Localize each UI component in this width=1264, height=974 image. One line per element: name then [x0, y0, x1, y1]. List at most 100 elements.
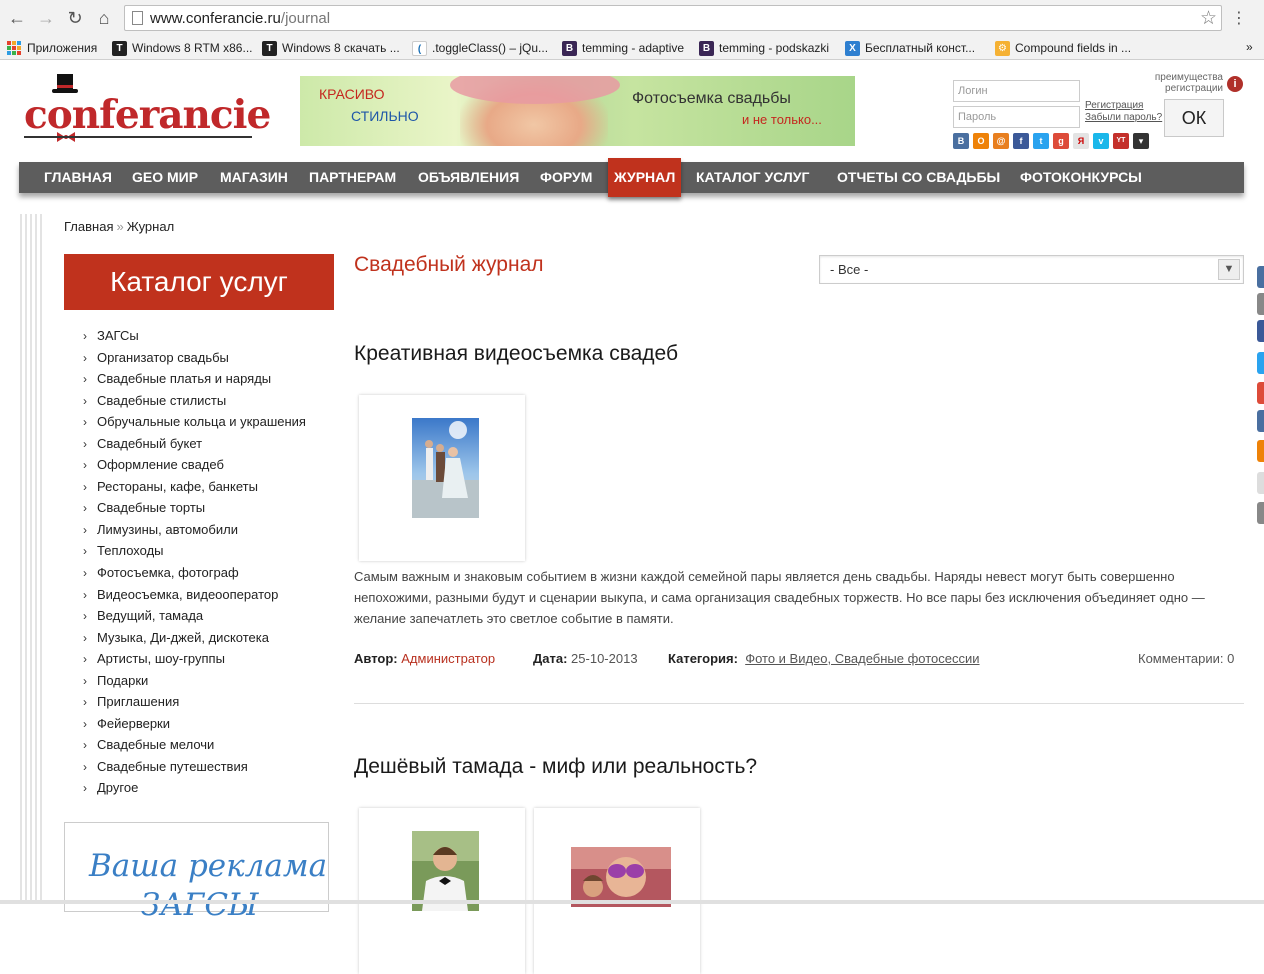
- google-icon[interactable]: g: [1053, 133, 1069, 149]
- article-title[interactable]: Креативная видеосъемка свадеб: [354, 342, 678, 366]
- category-filter-select[interactable]: - Все - ▼: [819, 255, 1244, 284]
- chevron-right-icon: ›: [83, 522, 87, 537]
- forgot-password-link[interactable]: Забыли пароль?: [1085, 112, 1162, 123]
- catalog-item[interactable]: › Фейерверки: [83, 716, 306, 738]
- share-vkontakte-icon[interactable]: [1257, 266, 1264, 288]
- catalog-item[interactable]: › Подарки: [83, 673, 306, 695]
- login-field[interactable]: Логин: [953, 80, 1080, 102]
- article-thumbnail[interactable]: [359, 808, 525, 974]
- url-text[interactable]: www.conferancie.ru/journal: [150, 10, 330, 27]
- catalog-item[interactable]: › Свадебные стилисты: [83, 393, 306, 415]
- password-field[interactable]: Пароль: [953, 106, 1080, 128]
- catalog-item[interactable]: › Организатор свадьбы: [83, 350, 306, 372]
- facebook-icon[interactable]: f: [1013, 133, 1029, 149]
- bookmark-item[interactable]: Btemming - adaptive: [562, 39, 684, 57]
- b-favicon-icon: B: [562, 40, 577, 56]
- registration-advantages[interactable]: преимущества регистрации: [1120, 72, 1223, 94]
- bookmark-item[interactable]: Btemming - podskazki: [699, 39, 829, 57]
- menu-item-shop[interactable]: МАГАЗИН: [220, 162, 288, 193]
- vimeo-icon[interactable]: v: [1093, 133, 1109, 149]
- catalog-item[interactable]: › Оформление свадеб: [83, 457, 306, 479]
- menu-item-reports[interactable]: ОТЧЕТЫ СО СВАДЬБЫ: [837, 162, 1000, 193]
- mailru-icon[interactable]: @: [993, 133, 1009, 149]
- menu-item-geo[interactable]: GEO МИР: [132, 162, 198, 193]
- chevron-right-icon: ›: [83, 393, 87, 408]
- article-comments[interactable]: Комментарии: 0: [1138, 651, 1234, 666]
- chevron-right-icon: ›: [83, 759, 87, 774]
- chevron-down-icon[interactable]: ▼: [1218, 259, 1240, 280]
- catalog-item[interactable]: › Видеосъемка, видеооператор: [83, 587, 306, 609]
- catalog-item[interactable]: › Артисты, шоу-группы: [83, 651, 306, 673]
- more-socials-icon[interactable]: ▾: [1133, 133, 1149, 149]
- bookmark-item[interactable]: ⚙ Compound fields in ...: [995, 39, 1131, 57]
- browser-toolbar: ← → ↻ ⌂ www.conferancie.ru/journal ☆ ⋮: [0, 0, 1264, 36]
- catalog-item[interactable]: › Свадебный букет: [83, 436, 306, 458]
- share-google-icon[interactable]: [1257, 382, 1264, 404]
- horizontal-scrollbar[interactable]: [0, 900, 1264, 904]
- sidebar-ad-banner[interactable]: Ваша реклама ЗАГСЫ: [64, 822, 329, 923]
- share-twitter-icon[interactable]: [1257, 352, 1264, 374]
- author-link[interactable]: Администратор: [401, 651, 495, 666]
- menu-item-partners[interactable]: ПАРТНЕРАМ: [309, 162, 396, 193]
- header-banner[interactable]: КРАСИВО СТИЛЬНО Фотосъемка свадьбы и не …: [300, 76, 855, 146]
- catalog-item[interactable]: › Ведущий, тамада: [83, 608, 306, 630]
- chevron-right-icon: ›: [83, 716, 87, 731]
- bookmark-star-icon[interactable]: ☆: [1200, 7, 1217, 30]
- page-title: Свадебный журнал: [354, 253, 544, 276]
- catalog-item[interactable]: › Свадебные путешествия: [83, 759, 306, 781]
- catalog-item[interactable]: › Свадебные торты: [83, 500, 306, 522]
- bookmark-item[interactable]: T Windows 8 RTM x86...: [112, 39, 252, 57]
- catalog-item[interactable]: › Свадебные платья и наряды: [83, 371, 306, 393]
- catalog-item[interactable]: › Свадебные мелочи: [83, 737, 306, 759]
- menu-item-forum[interactable]: ФОРУМ: [540, 162, 592, 193]
- article-thumbnail[interactable]: [359, 395, 525, 561]
- back-arrow-icon[interactable]: ←: [6, 7, 28, 29]
- register-link[interactable]: Регистрация: [1085, 100, 1143, 111]
- menu-item-home[interactable]: ГЛАВНАЯ: [44, 162, 112, 193]
- menu-item-catalog[interactable]: КАТАЛОГ УСЛУГ: [696, 162, 809, 193]
- info-icon[interactable]: i: [1227, 76, 1243, 92]
- youtube-icon[interactable]: YT: [1113, 133, 1129, 149]
- login-ok-button[interactable]: ОК: [1164, 99, 1224, 137]
- reload-icon[interactable]: ↻: [64, 7, 86, 29]
- share-vkontakte-icon[interactable]: [1257, 410, 1264, 432]
- browser-menu-icon[interactable]: ⋮: [1231, 8, 1247, 28]
- menu-item-journal[interactable]: ЖУРНАЛ: [608, 158, 682, 197]
- article-title[interactable]: Дешёвый тамада - миф или реальность?: [354, 755, 757, 779]
- catalog-item[interactable]: › Рестораны, кафе, банкеты: [83, 479, 306, 501]
- category-link[interactable]: Фото и Видео, Свадебные фотосессии: [745, 651, 979, 666]
- catalog-item[interactable]: › Лимузины, автомобили: [83, 522, 306, 544]
- bookmark-apps[interactable]: Приложения: [7, 39, 97, 57]
- share-odnoklassniki-icon[interactable]: [1257, 440, 1264, 462]
- bookmark-item[interactable]: T Windows 8 скачать ...: [262, 39, 400, 57]
- breadcrumb-home-link[interactable]: Главная: [64, 219, 113, 234]
- bookmarks-overflow-icon[interactable]: »: [1246, 40, 1253, 54]
- article-thumbnail[interactable]: [534, 808, 700, 974]
- bookmark-item[interactable]: (.toggleClass() – jQu...: [412, 39, 548, 57]
- yandex-icon[interactable]: Я: [1073, 133, 1089, 149]
- address-bar[interactable]: www.conferancie.ru/journal ☆: [124, 5, 1222, 31]
- vkontakte-icon[interactable]: В: [953, 133, 969, 149]
- share-icon[interactable]: [1257, 293, 1264, 315]
- party-photo: [571, 847, 671, 907]
- catalog-item[interactable]: › Приглашения: [83, 694, 306, 716]
- catalog-heading[interactable]: Каталог услуг: [64, 254, 334, 310]
- catalog-item[interactable]: › Другое: [83, 780, 306, 802]
- menu-item-ads[interactable]: ОБЪЯВЛЕНИЯ: [418, 162, 519, 193]
- catalog-item[interactable]: › Теплоходы: [83, 543, 306, 565]
- catalog-item[interactable]: › Музыка, Ди-джей, дискотека: [83, 630, 306, 652]
- twitter-icon[interactable]: t: [1033, 133, 1049, 149]
- top-hat-icon: [52, 74, 78, 93]
- odnoklassniki-icon[interactable]: О: [973, 133, 989, 149]
- share-icon[interactable]: [1257, 472, 1264, 494]
- home-icon[interactable]: ⌂: [93, 7, 115, 29]
- catalog-item[interactable]: › Обручальные кольца и украшения: [83, 414, 306, 436]
- share-icon[interactable]: [1257, 502, 1264, 524]
- catalog-item[interactable]: › ЗАГСы: [83, 328, 306, 350]
- menu-item-photo-contests[interactable]: ФОТОКОНКУРСЫ: [1020, 162, 1142, 193]
- catalog-item[interactable]: › Фотосъемка, фотограф: [83, 565, 306, 587]
- bookmark-item[interactable]: X Бесплатный конст...: [845, 39, 975, 57]
- share-facebook-icon[interactable]: [1257, 320, 1264, 342]
- forward-arrow-icon[interactable]: →: [35, 7, 57, 29]
- site-logo[interactable]: conferancie: [24, 74, 271, 142]
